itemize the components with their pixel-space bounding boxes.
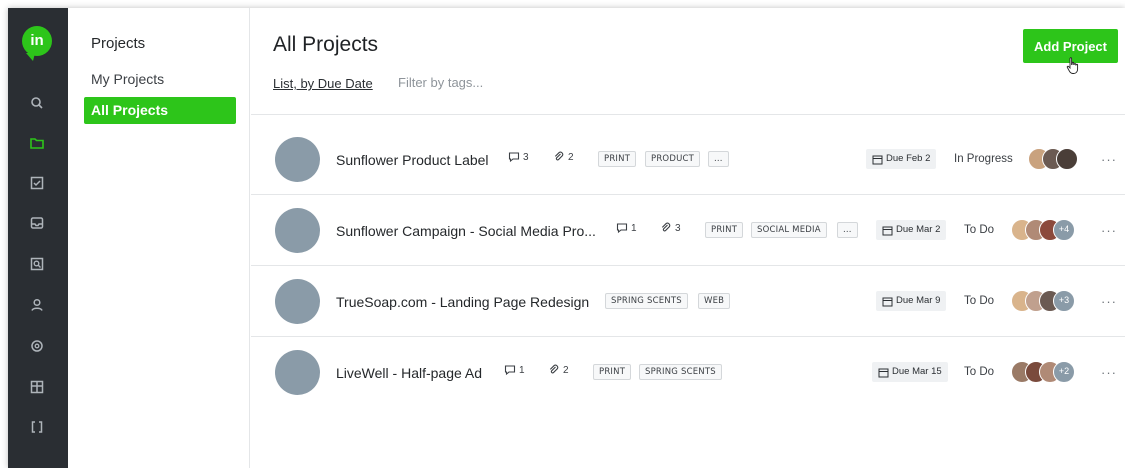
- status-label: To Do: [964, 366, 995, 378]
- more-options-icon[interactable]: ···: [1101, 152, 1117, 167]
- calendar-icon: [882, 297, 893, 306]
- status-label: In Progress: [954, 153, 1013, 165]
- due-date-text: Due Feb 2: [886, 153, 931, 164]
- icon-rail: in: [8, 8, 68, 468]
- comment-icon: [616, 223, 628, 234]
- due-date-text: Due Mar 9: [896, 295, 941, 306]
- tag-print[interactable]: PRINT: [593, 364, 632, 380]
- table-row[interactable]: TrueSoap.com - Landing Page Redesign SPR…: [251, 266, 1125, 337]
- project-list: Sunflower Product Label 3 2 PRINT PRODUC…: [251, 124, 1125, 408]
- attachment-count: 3: [660, 222, 681, 234]
- table-row[interactable]: Sunflower Product Label 3 2 PRINT PRODUC…: [251, 124, 1125, 195]
- project-name[interactable]: Sunflower Product Label: [336, 152, 489, 168]
- tag-web[interactable]: WEB: [698, 293, 731, 309]
- sidebar-item-all-projects[interactable]: All Projects: [84, 97, 236, 124]
- comment-icon: [504, 365, 516, 376]
- paperclip-icon: [549, 364, 559, 374]
- calendar-icon: [878, 368, 889, 377]
- comment-count-value: 1: [631, 222, 637, 234]
- project-name[interactable]: LiveWell - Half-page Ad: [336, 365, 482, 381]
- calendar-icon: [872, 155, 883, 164]
- user-icon[interactable]: [26, 294, 48, 316]
- mention-icon[interactable]: [26, 335, 48, 357]
- due-date-text: Due Mar 2: [896, 224, 941, 235]
- comment-count: 3: [508, 151, 529, 163]
- paperclip-icon: [661, 222, 671, 232]
- due-date-text: Due Mar 15: [892, 366, 942, 377]
- project-thumbnail: [275, 350, 320, 395]
- more-assignees-badge[interactable]: +3: [1053, 290, 1075, 312]
- inbox-icon[interactable]: [26, 212, 48, 234]
- tag-more[interactable]: ...: [708, 151, 729, 167]
- project-thumbnail: [275, 137, 320, 182]
- hand-cursor-icon: [1066, 57, 1079, 74]
- comment-icon: [508, 152, 520, 163]
- due-date-badge: Due Mar 2: [876, 220, 947, 240]
- paperclip-icon: [554, 151, 564, 161]
- attachment-count: 2: [548, 364, 569, 376]
- attachment-count: 2: [553, 151, 574, 163]
- attachment-count-value: 3: [675, 222, 681, 234]
- comment-count-value: 1: [519, 364, 525, 376]
- tag-more[interactable]: ...: [837, 222, 858, 238]
- tag-print[interactable]: PRINT: [598, 151, 637, 167]
- sidebar-title: Projects: [91, 35, 146, 52]
- table-row[interactable]: LiveWell - Half-page Ad 1 2 PRINT SPRING…: [251, 337, 1125, 408]
- tag-spring-scents[interactable]: SPRING SCENTS: [605, 293, 688, 309]
- layout-icon[interactable]: [26, 376, 48, 398]
- project-name[interactable]: Sunflower Campaign - Social Media Pro...: [336, 223, 596, 239]
- due-date-badge: Due Feb 2: [866, 149, 937, 169]
- comment-count-value: 3: [523, 151, 529, 163]
- avatar[interactable]: [1056, 148, 1078, 170]
- view-toggle-link[interactable]: List, by Due Date: [273, 76, 373, 91]
- brackets-icon[interactable]: [26, 416, 48, 438]
- comment-count: 1: [616, 222, 637, 234]
- projects-sidebar: Projects My Projects All Projects: [68, 8, 250, 468]
- page-title: All Projects: [273, 33, 379, 56]
- tag-social-media[interactable]: SOCIAL MEDIA: [751, 222, 827, 238]
- more-options-icon[interactable]: ···: [1101, 365, 1117, 380]
- sidebar-item-my-projects[interactable]: My Projects: [84, 66, 236, 93]
- due-date-badge: Due Mar 9: [876, 291, 947, 311]
- due-date-badge: Due Mar 15: [872, 362, 948, 382]
- status-label: To Do: [964, 295, 995, 307]
- tag-print[interactable]: PRINT: [705, 222, 744, 238]
- inspect-icon[interactable]: [26, 253, 48, 275]
- project-thumbnail: [275, 279, 320, 324]
- more-options-icon[interactable]: ···: [1101, 223, 1117, 238]
- app-window: in Projects My Projects All Projects All…: [8, 8, 1125, 468]
- checklist-icon[interactable]: [26, 172, 48, 194]
- filter-tags-input[interactable]: [398, 75, 618, 90]
- tag-spring-scents[interactable]: SPRING SCENTS: [639, 364, 722, 380]
- search-icon[interactable]: [26, 92, 48, 114]
- attachment-count-value: 2: [563, 364, 569, 376]
- more-assignees-badge[interactable]: +2: [1053, 361, 1075, 383]
- table-row[interactable]: Sunflower Campaign - Social Media Pro...…: [251, 195, 1125, 266]
- comment-count: 1: [504, 364, 525, 376]
- app-logo[interactable]: in: [22, 26, 52, 61]
- status-label: To Do: [964, 224, 995, 236]
- more-assignees-badge[interactable]: +4: [1053, 219, 1075, 241]
- attachment-count-value: 2: [568, 151, 574, 163]
- folder-icon[interactable]: [26, 132, 48, 154]
- header-divider: [251, 114, 1125, 115]
- tag-product[interactable]: PRODUCT: [645, 151, 701, 167]
- main-content: All Projects Add Project List, by Due Da…: [251, 8, 1125, 468]
- project-name[interactable]: TrueSoap.com - Landing Page Redesign: [336, 294, 589, 310]
- project-thumbnail: [275, 208, 320, 253]
- more-options-icon[interactable]: ···: [1101, 294, 1117, 309]
- calendar-icon: [882, 226, 893, 235]
